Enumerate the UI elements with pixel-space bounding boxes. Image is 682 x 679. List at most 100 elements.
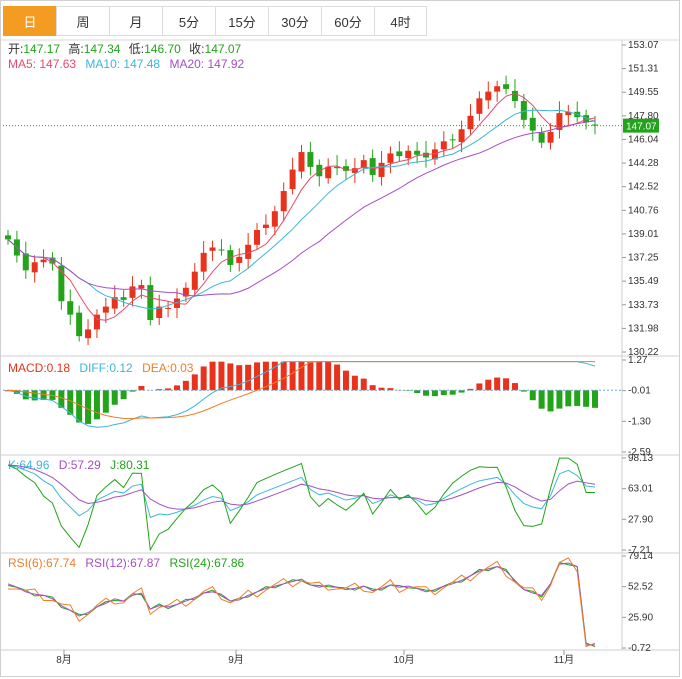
open-label: 开:	[8, 42, 23, 56]
high-label: 高:	[68, 41, 83, 56]
macd-bar	[369, 385, 376, 391]
candle	[200, 252, 207, 272]
candle	[280, 191, 287, 212]
axis-tick-label: 139.01	[628, 229, 659, 240]
legend-ma: MA5: 147.63 MA10: 147.48 MA20: 147.92	[8, 57, 244, 71]
macd-bar	[209, 361, 216, 391]
macd-bar	[583, 390, 590, 407]
macd-bar	[360, 378, 367, 391]
macd-bar	[236, 365, 243, 391]
macd-bar	[200, 366, 207, 391]
axis-tick-label: 149.55	[628, 87, 659, 98]
macd-bar	[218, 361, 225, 391]
candle	[191, 271, 198, 290]
k-label: K:64.96	[8, 458, 50, 472]
macd-label: MACD:0.18	[8, 361, 70, 375]
candle	[262, 224, 269, 228]
candle	[138, 285, 145, 289]
candle	[209, 247, 216, 251]
macd-bar	[547, 390, 554, 412]
low-value: 146.70	[144, 42, 181, 56]
candle	[467, 115, 474, 130]
candle	[298, 152, 305, 172]
macd-bar	[503, 378, 510, 391]
candle	[289, 169, 296, 190]
candle	[102, 306, 109, 313]
axis-tick-label: 142.52	[628, 182, 659, 193]
ma10-line	[7, 109, 596, 310]
candle	[440, 141, 447, 150]
current-price-label: 147.07	[626, 122, 657, 133]
candle	[120, 297, 127, 300]
macd-bar	[102, 390, 109, 413]
x-tick-label: 11月	[554, 654, 574, 666]
candle	[67, 301, 74, 315]
candle	[503, 84, 510, 89]
axis-tick-label: 140.76	[628, 205, 659, 216]
macd-bar	[449, 390, 456, 395]
rsi24-line	[7, 561, 596, 648]
macd-bar	[476, 383, 483, 391]
ma5-label: MA5: 147.63	[8, 57, 76, 71]
axis-tick-label: 63.01	[628, 484, 653, 495]
macd-bar	[280, 361, 287, 391]
candle	[129, 286, 136, 298]
macd-bar	[565, 390, 572, 407]
macd-bar	[289, 361, 296, 391]
axis-tick-label: -0.72	[628, 643, 651, 654]
rsi12-line	[7, 562, 595, 646]
macd-bar	[182, 380, 189, 391]
candle	[325, 166, 332, 179]
candle	[85, 329, 92, 339]
candle	[449, 139, 456, 141]
axis-tick-label: 133.73	[628, 300, 659, 311]
candle	[458, 129, 465, 143]
candle	[40, 259, 47, 263]
macd-bar	[316, 361, 323, 391]
axis-tick-label: 131.98	[628, 323, 659, 334]
axis-tick-label: 25.90	[628, 612, 653, 623]
macd-bar	[440, 390, 447, 396]
x-tick-label: 10月	[393, 654, 414, 666]
macd-bar	[111, 390, 118, 405]
axis-tick-label: 1.27	[628, 355, 648, 366]
macd-bar	[511, 383, 518, 391]
candle	[529, 117, 536, 131]
x-tick-label: 8月	[56, 654, 72, 666]
candle	[396, 151, 403, 157]
macd-bar	[85, 390, 92, 424]
candle	[494, 86, 501, 92]
low-label: 低:	[129, 42, 144, 56]
k-line	[7, 464, 596, 519]
macd-bar	[485, 379, 492, 391]
macd-bar	[173, 385, 180, 391]
close-value: 147.07	[205, 42, 242, 56]
axis-tick-label: 147.80	[628, 111, 659, 122]
axis-tick-label: 79.14	[628, 551, 653, 562]
axes-layer: 153.07 151.31 149.55 147.80 146.04 144.28 142.…	[56, 40, 659, 666]
axis-tick-label: 27.90	[628, 514, 653, 525]
dea-label: DEA:0.03	[142, 361, 194, 375]
candle	[271, 211, 278, 227]
candle	[511, 90, 518, 102]
candle	[485, 91, 492, 101]
candle	[165, 307, 172, 309]
macd-bar	[529, 390, 536, 401]
macd-bar	[574, 390, 581, 406]
macd-bar	[245, 364, 252, 391]
axis-tick-label: -1.30	[628, 416, 651, 427]
axis-tick-label: 98.13	[628, 453, 653, 464]
ma20-label: MA20: 147.92	[169, 57, 244, 71]
candle	[414, 150, 421, 155]
macd-bar	[191, 374, 198, 391]
candle	[369, 158, 376, 175]
rsi12-label: RSI(12):67.87	[85, 556, 160, 570]
open-value: 147.17	[23, 42, 60, 56]
candle	[76, 312, 83, 337]
macd-bar	[538, 390, 545, 409]
legend-macd: MACD:0.18 DIFF:0.12 DEA:0.03	[8, 361, 194, 375]
macd-bar	[351, 375, 358, 391]
close-label: 收:	[189, 42, 204, 56]
axis-tick-label: -0.01	[628, 386, 651, 397]
candle	[538, 132, 545, 143]
